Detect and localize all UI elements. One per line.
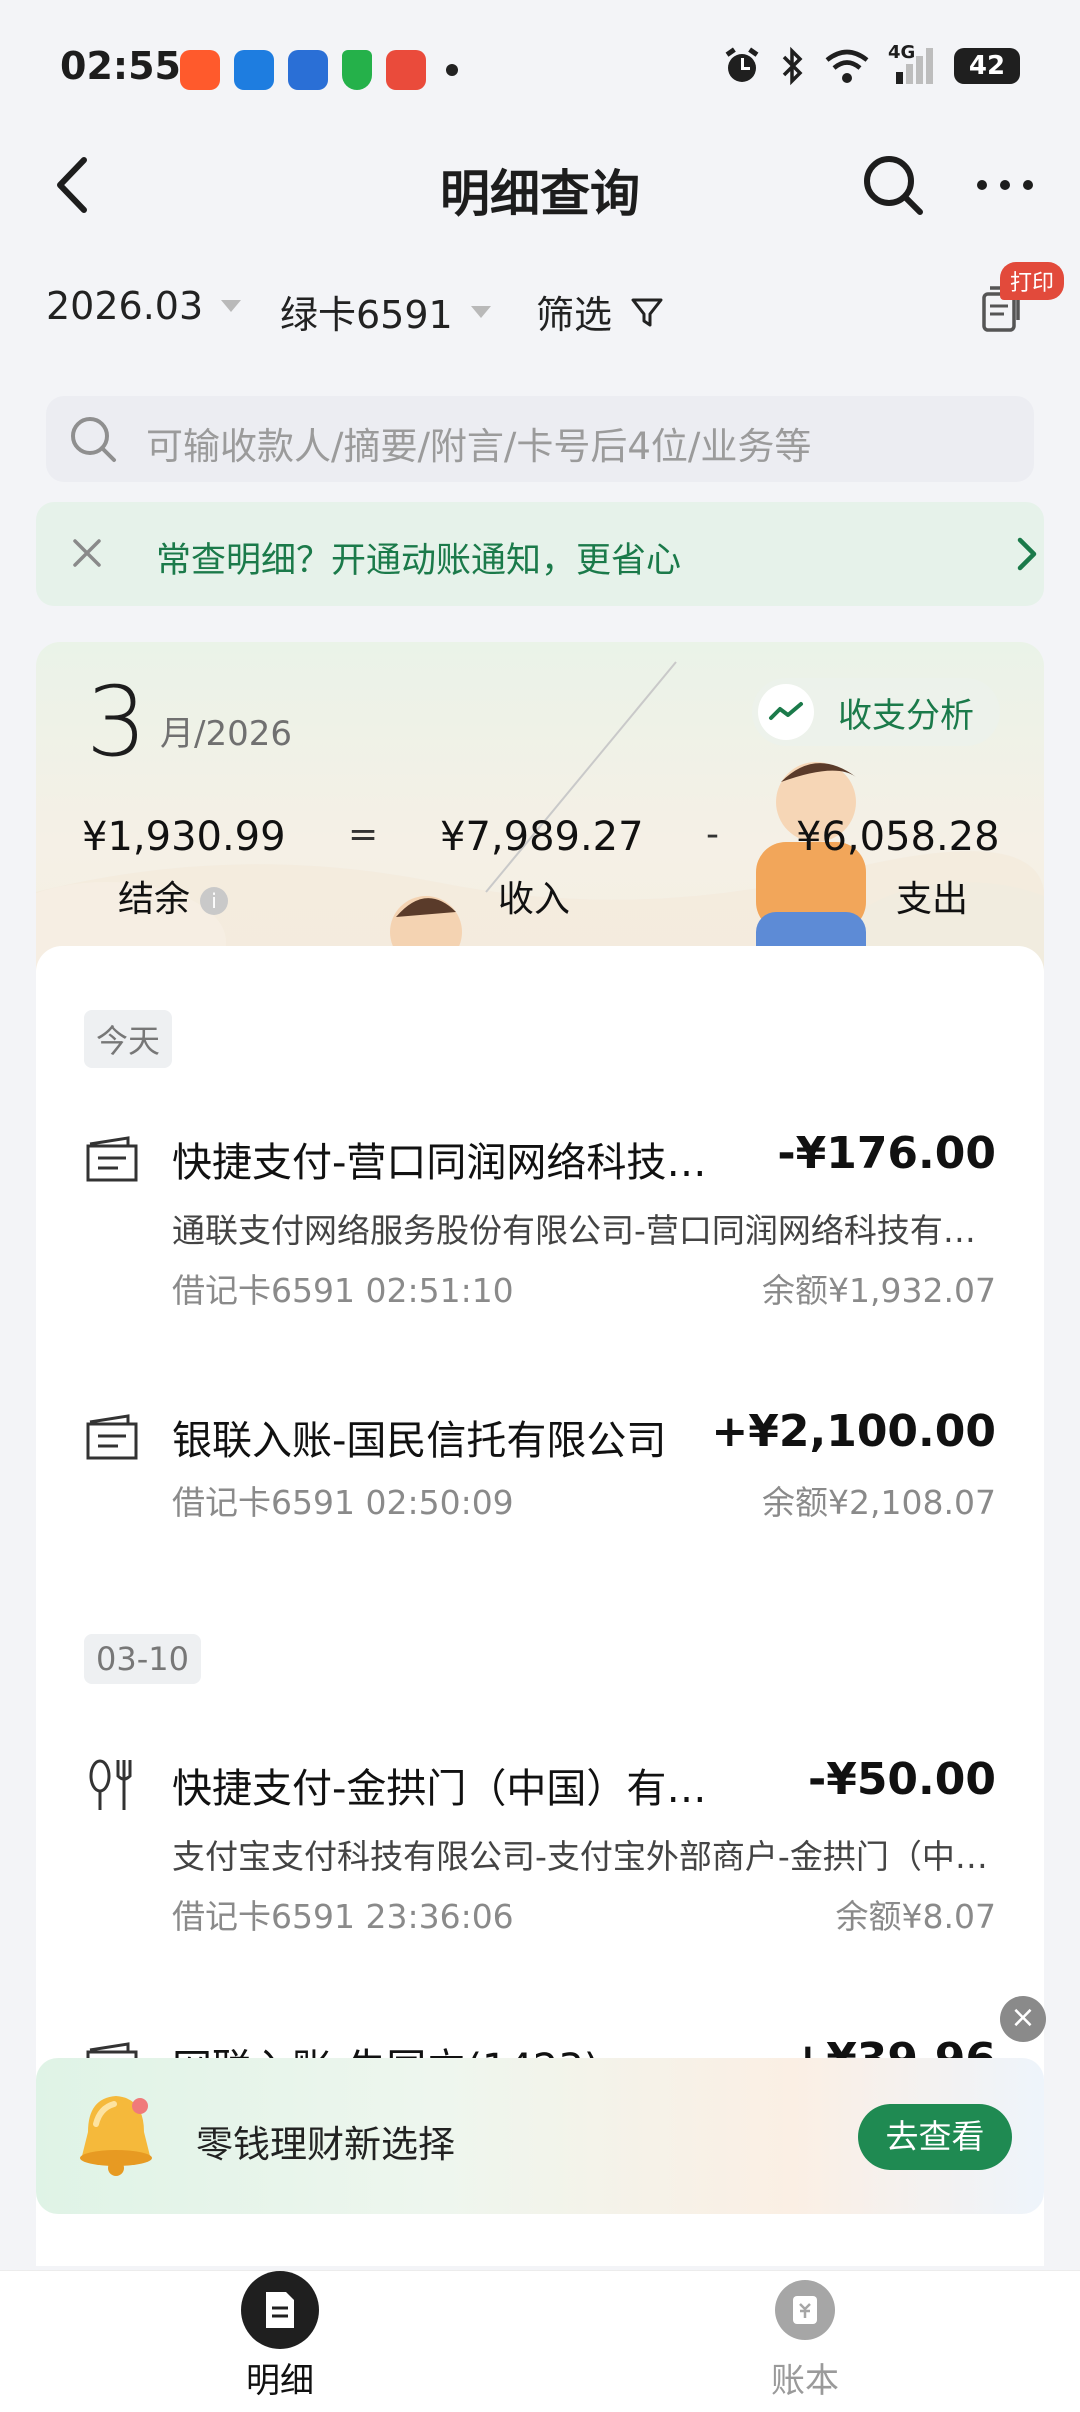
alarm-icon xyxy=(725,47,759,82)
trend-icon xyxy=(758,684,814,740)
summary-month-suffix: 月/2026 xyxy=(160,714,292,754)
battery-level: 42 xyxy=(968,51,1006,81)
monthly-summary-card: 3 月/2026 收支分析 ¥1,930.99 = ¥7,989.27 - ¥6… xyxy=(36,642,1044,972)
balance-label: 结余 i xyxy=(118,870,229,922)
filter-funnel-icon xyxy=(631,298,663,326)
transaction-row[interactable]: 银联入账-国民信托有限公司 +¥2,100.00 借记卡6591 02:50:0… xyxy=(36,1406,1044,1628)
filter-label: 筛选 xyxy=(536,293,613,337)
transaction-amount: -¥176.00 xyxy=(777,1128,996,1179)
chevron-down-icon xyxy=(470,305,491,318)
promo-view-button[interactable]: 去查看 xyxy=(858,2104,1012,2170)
bell-icon xyxy=(80,2096,152,2176)
ledger-icon xyxy=(766,2271,844,2349)
tab-label: 账本 xyxy=(771,2361,839,2401)
transaction-row[interactable]: 快捷支付-金拱门（中国）有限公司 -¥50.00 支付宝支付科技有限公司-支付宝… xyxy=(36,1754,1044,1976)
status-time: 02:55 xyxy=(60,44,181,88)
date-header: 03-10 xyxy=(84,1634,201,1684)
filter-button[interactable]: 筛选 xyxy=(536,284,664,339)
balance-label-text: 结余 xyxy=(118,879,191,920)
transaction-name: 银联入账-国民信托有限公司 xyxy=(172,1418,667,1464)
shield-app-icon xyxy=(342,50,372,90)
tab-label: 明细 xyxy=(246,2361,314,2401)
battery-indicator: 42 xyxy=(954,48,1020,84)
more-icon[interactable] xyxy=(970,150,1040,220)
search-input[interactable]: 可输收款人/摘要/附言/卡号后4位/业务等 xyxy=(46,396,1034,482)
equals-sign: = xyxy=(348,814,379,855)
navigation-bar: 明细查询 xyxy=(0,130,1080,240)
month-selector[interactable]: 2026.03 xyxy=(46,284,242,328)
transaction-meta: 借记卡6591 02:51:10 xyxy=(172,1271,514,1310)
video-app-icon xyxy=(386,50,426,90)
status-bar: 02:55 4G 42 xyxy=(0,0,1080,140)
date-header: 今天 xyxy=(84,1010,173,1068)
fork-spoon-icon xyxy=(89,1759,132,1810)
bottom-tab-bar: 明细 账本 xyxy=(0,2270,1080,2412)
promo-text: 零钱理财新选择 xyxy=(196,2123,455,2166)
summary-month: 3 xyxy=(86,666,148,778)
transaction-counterparty: 通联支付网络服务股份有限公司-营口同润网络科技有限公司 xyxy=(172,1211,996,1250)
transaction-amount: -¥50.00 xyxy=(807,1754,996,1805)
filter-bar: 2026.03 绿卡6591 筛选 xyxy=(0,270,1080,350)
bank-app-icon xyxy=(234,50,274,90)
chevron-down-icon xyxy=(221,300,242,312)
search-placeholder: 可输收款人/摘要/附言/卡号后4位/业务等 xyxy=(146,425,812,468)
transaction-meta: 借记卡6591 02:50:09 xyxy=(172,1483,514,1522)
transaction-name: 快捷支付-金拱门（中国）有限公司 xyxy=(172,1766,732,1812)
expense-value: ¥6,058.28 xyxy=(796,814,1000,860)
expense-label: 支出 xyxy=(896,879,969,920)
more-notifications-dot xyxy=(446,64,458,76)
status-app-icons xyxy=(180,50,458,90)
tab-ledger[interactable]: 账本 xyxy=(705,2271,905,2412)
taobao-app-icon xyxy=(180,50,220,90)
status-indicators: 4G 42 xyxy=(722,42,1020,86)
card-selector[interactable]: 绿卡6591 xyxy=(280,284,491,339)
info-icon[interactable]: i xyxy=(200,887,229,915)
income-label: 收入 xyxy=(498,879,571,920)
close-icon[interactable] xyxy=(66,532,108,574)
cellular-signal-icon: 4G xyxy=(888,42,936,86)
transaction-balance: 余额¥8.07 xyxy=(835,1897,996,1936)
transaction-counterparty: 支付宝支付科技有限公司-支付宝外部商户-金拱门（中国）有限公司 xyxy=(172,1837,996,1876)
transaction-balance: 余额¥2,108.07 xyxy=(762,1483,996,1522)
analysis-label: 收支分析 xyxy=(838,695,974,736)
minus-sign: - xyxy=(706,814,719,855)
document-icon xyxy=(241,2271,319,2349)
bank-app-icon-2 xyxy=(288,50,328,90)
bluetooth-icon xyxy=(782,46,803,86)
receipt-icon xyxy=(86,1414,138,1460)
income-expense-analysis-button[interactable]: 收支分析 xyxy=(752,678,1000,746)
promo-close-icon[interactable]: × xyxy=(1000,1996,1046,2042)
search-icon xyxy=(71,417,116,462)
notice-text: 常查明细？开通动账通知，更省心 xyxy=(156,541,682,581)
transaction-row[interactable]: 快捷支付-营口同润网络科技有限公司 -¥176.00 通联支付网络服务股份有限公… xyxy=(36,1128,1044,1350)
promo-banner[interactable]: 零钱理财新选择 去查看 xyxy=(36,2058,1044,2214)
transaction-meta: 借记卡6591 23:36:06 xyxy=(172,1897,514,1936)
transaction-amount: +¥2,100.00 xyxy=(711,1406,996,1457)
wifi-icon xyxy=(825,49,869,83)
network-type: 4G xyxy=(888,42,916,63)
balance-value: ¥1,930.99 xyxy=(82,814,286,860)
transaction-balance: 余额¥1,932.07 xyxy=(762,1271,996,1310)
card-value: 绿卡6591 xyxy=(280,293,453,337)
notification-banner[interactable]: 常查明细？开通动账通知，更省心 xyxy=(36,502,1044,606)
tab-details[interactable]: 明细 xyxy=(180,2271,380,2412)
receipt-icon xyxy=(86,1136,138,1182)
transaction-name: 快捷支付-营口同润网络科技有限公司 xyxy=(172,1140,732,1186)
search-icon[interactable] xyxy=(858,150,928,220)
income-value: ¥7,989.27 xyxy=(440,814,644,860)
month-value: 2026.03 xyxy=(46,284,204,328)
chevron-right-icon xyxy=(1017,537,1037,571)
print-badge[interactable]: 打印 xyxy=(1000,262,1065,300)
